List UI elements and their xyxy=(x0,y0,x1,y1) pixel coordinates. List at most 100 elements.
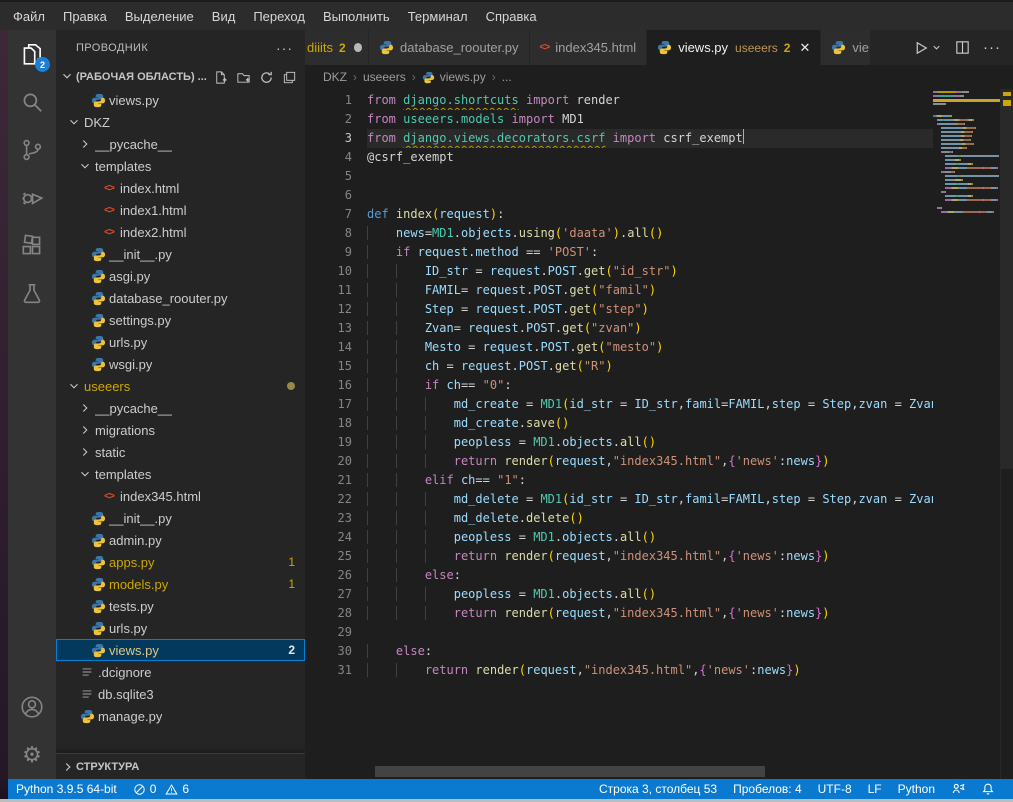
tree-file-admin-py[interactable]: admin.py xyxy=(56,529,305,551)
tree-file--dcignore[interactable]: .dcignore xyxy=(56,661,305,683)
tree-file-views-py[interactable]: views.py2 xyxy=(56,639,305,661)
tab-database-roouter[interactable]: database_roouter.py xyxy=(369,30,530,65)
tab-diiits[interactable]: diiits 2 xyxy=(305,30,369,65)
tree-file-index1-html[interactable]: <>index1.html xyxy=(56,199,305,221)
python-interpreter-status[interactable]: Python 3.9.5 64-bit xyxy=(8,779,125,799)
breadcrumb-item[interactable]: views.py xyxy=(440,70,486,84)
code-line-19[interactable]: 19 peopless = MD1.objects.all() xyxy=(305,433,933,452)
code-line-29[interactable]: 29 xyxy=(305,623,933,642)
tab-views-py-2[interactable]: vie xyxy=(821,30,871,65)
tab-index345[interactable]: <> index345.html xyxy=(530,30,648,65)
tree-file-wsgi-py[interactable]: wsgi.py xyxy=(56,353,305,375)
menubar-item[interactable]: Выделение xyxy=(116,5,203,28)
search-icon[interactable] xyxy=(8,78,56,126)
split-editor-button[interactable] xyxy=(954,39,971,56)
tree-folder-migrations[interactable]: migrations xyxy=(56,419,305,441)
run-python-file-button[interactable] xyxy=(912,39,942,57)
breadcrumb-item[interactable]: ... xyxy=(502,70,512,84)
tree-file-index2-html[interactable]: <>index2.html xyxy=(56,221,305,243)
code-line-3[interactable]: 3from django.views.decorators.csrf impor… xyxy=(305,129,933,148)
tree-file--init-py[interactable]: __init__.py xyxy=(56,243,305,265)
code-line-11[interactable]: 11 FAMIL= request.POST.get("famil") xyxy=(305,281,933,300)
dirty-indicator-icon[interactable] xyxy=(354,43,362,52)
code-line-12[interactable]: 12 Step = request.POST.get("step") xyxy=(305,300,933,319)
close-tab-icon[interactable]: ✕ xyxy=(799,40,810,56)
code-line-18[interactable]: 18 md_create.save() xyxy=(305,414,933,433)
code-line-7[interactable]: 7def index(request): xyxy=(305,205,933,224)
cursor-position-status[interactable]: Строка 3, столбец 53 xyxy=(591,782,725,796)
tree-file-views-py[interactable]: views.py xyxy=(56,89,305,111)
menubar-item[interactable]: Вид xyxy=(203,5,245,28)
code-line-20[interactable]: 20 return render(request,"index345.html"… xyxy=(305,452,933,471)
language-mode-status[interactable]: Python xyxy=(890,782,943,796)
run-debug-icon[interactable] xyxy=(8,174,56,222)
tree-folder-static[interactable]: static xyxy=(56,441,305,463)
code-line-30[interactable]: 30 else: xyxy=(305,642,933,661)
code-line-2[interactable]: 2from useeers.models import MD1 xyxy=(305,110,933,129)
tree-file-tests-py[interactable]: tests.py xyxy=(56,595,305,617)
indentation-status[interactable]: Пробелов: 4 xyxy=(725,782,810,796)
menubar-item[interactable]: Справка xyxy=(477,5,546,28)
explorer-more-actions[interactable]: ··· xyxy=(276,40,293,56)
tab-views-py[interactable]: views.py useeers 2 ✕ xyxy=(647,30,821,65)
menubar-item[interactable]: Переход xyxy=(244,5,314,28)
breadcrumb-item[interactable]: useeers xyxy=(363,70,406,84)
breadcrumb-item[interactable]: DKZ xyxy=(323,70,347,84)
new-folder-icon[interactable] xyxy=(236,70,251,85)
eol-status[interactable]: LF xyxy=(860,782,890,796)
code-line-5[interactable]: 5 xyxy=(305,167,933,186)
menubar-item[interactable]: Выполнить xyxy=(314,5,399,28)
code-line-22[interactable]: 22 md_delete = MD1(id_str = ID_str,famil… xyxy=(305,490,933,509)
outline-section-header[interactable]: СТРУКТУРА xyxy=(56,753,305,779)
notifications-bell-icon[interactable] xyxy=(973,782,1003,796)
new-file-icon[interactable] xyxy=(213,70,228,85)
tree-file-database-roouter-py[interactable]: database_roouter.py xyxy=(56,287,305,309)
code-line-25[interactable]: 25 return render(request,"index345.html"… xyxy=(305,547,933,566)
tree-folder--pycache-[interactable]: __pycache__ xyxy=(56,133,305,155)
source-control-icon[interactable] xyxy=(8,126,56,174)
code-editor[interactable]: 1from django.shortcuts import render2fro… xyxy=(305,89,1013,779)
tree-file-urls-py[interactable]: urls.py xyxy=(56,331,305,353)
tree-file-index-html[interactable]: <>index.html xyxy=(56,177,305,199)
tree-file-index345-html[interactable]: <>index345.html xyxy=(56,485,305,507)
code-line-21[interactable]: 21 elif ch== "1": xyxy=(305,471,933,490)
code-line-16[interactable]: 16 if ch== "0": xyxy=(305,376,933,395)
code-line-23[interactable]: 23 md_delete.delete() xyxy=(305,509,933,528)
account-icon[interactable] xyxy=(8,683,56,731)
code-line-9[interactable]: 9 if request.method == 'POST': xyxy=(305,243,933,262)
feedback-icon[interactable] xyxy=(943,782,973,796)
code-line-10[interactable]: 10 ID_str = request.POST.get("id_str") xyxy=(305,262,933,281)
code-line-17[interactable]: 17 md_create = MD1(id_str = ID_str,famil… xyxy=(305,395,933,414)
tree-file-db-sqlite3[interactable]: db.sqlite3 xyxy=(56,683,305,705)
menubar-item[interactable]: Файл xyxy=(4,5,54,28)
tree-folder-templates[interactable]: templates xyxy=(56,155,305,177)
code-line-26[interactable]: 26 else: xyxy=(305,566,933,585)
code-line-4[interactable]: 4@csrf_exempt xyxy=(305,148,933,167)
tree-file-apps-py[interactable]: apps.py1 xyxy=(56,551,305,573)
tree-file-models-py[interactable]: models.py1 xyxy=(56,573,305,595)
tree-file--init-py[interactable]: __init__.py xyxy=(56,507,305,529)
code-line-6[interactable]: 6 xyxy=(305,186,933,205)
minimap[interactable] xyxy=(933,91,1000,215)
code-line-13[interactable]: 13 Zvan= request.POST.get("zvan") xyxy=(305,319,933,338)
problems-status[interactable]: 0 6 xyxy=(125,779,197,799)
code-line-28[interactable]: 28 return render(request,"index345.html"… xyxy=(305,604,933,623)
code-line-14[interactable]: 14 Mesto = request.POST.get("mesto") xyxy=(305,338,933,357)
collapse-folders-icon[interactable] xyxy=(282,70,297,85)
code-line-8[interactable]: 8 news=MD1.objects.using('daata').all() xyxy=(305,224,933,243)
tree-file-settings-py[interactable]: settings.py xyxy=(56,309,305,331)
refresh-icon[interactable] xyxy=(259,70,274,85)
workspace-section-header[interactable]: (РАБОЧАЯ ОБЛАСТЬ) ... xyxy=(56,65,305,89)
tree-file-urls-py[interactable]: urls.py xyxy=(56,617,305,639)
menubar-item[interactable]: Правка xyxy=(54,5,116,28)
code-line-31[interactable]: 31 return render(request,"index345.html"… xyxy=(305,661,933,680)
tree-folder-useeers[interactable]: useeers xyxy=(56,375,305,397)
settings-gear-icon[interactable]: ⚙ xyxy=(8,731,56,779)
tree-folder--pycache-[interactable]: __pycache__ xyxy=(56,397,305,419)
more-actions-button[interactable]: ··· xyxy=(983,39,1001,56)
tree-folder-dkz[interactable]: DKZ xyxy=(56,111,305,133)
extensions-icon[interactable] xyxy=(8,222,56,270)
code-line-24[interactable]: 24 peopless = MD1.objects.all() xyxy=(305,528,933,547)
code-line-27[interactable]: 27 peopless = MD1.objects.all() xyxy=(305,585,933,604)
tree-file-asgi-py[interactable]: asgi.py xyxy=(56,265,305,287)
